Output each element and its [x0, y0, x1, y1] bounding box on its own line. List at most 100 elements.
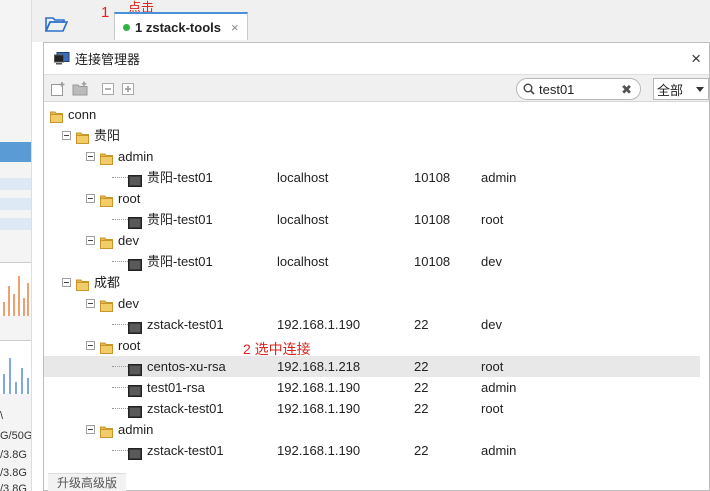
background-disk-label: /3.8G — [0, 483, 27, 491]
collapse-toggle-icon[interactable] — [86, 299, 95, 308]
background-row — [0, 198, 31, 210]
connection-port: 22 — [414, 380, 429, 395]
tree-connection-row[interactable]: zstack-test01 192.168.1.190 22 root — [44, 398, 700, 419]
search-box[interactable]: ✖ — [516, 78, 641, 100]
tree-folder-row[interactable]: 成都 — [44, 272, 700, 293]
tab-close-icon[interactable]: × — [231, 20, 239, 35]
tree-folder-row[interactable]: dev — [44, 293, 700, 314]
background-row — [0, 218, 31, 230]
collapse-toggle-icon[interactable] — [86, 425, 95, 434]
clear-search-icon[interactable]: ✖ — [621, 82, 632, 98]
folder-icon — [100, 423, 113, 438]
background-selected-row — [0, 142, 31, 162]
tree-folder-row[interactable]: dev — [44, 230, 700, 251]
connection-user: admin — [481, 170, 517, 185]
collapse-toggle-icon[interactable] — [86, 236, 95, 245]
collapse-toggle-icon[interactable] — [86, 194, 95, 203]
folder-icon — [100, 339, 113, 354]
connection-tree: conn 贵阳 admin 贵阳-test01 localhost 10108 admin r… — [44, 102, 710, 462]
folder-label: admin — [118, 149, 154, 164]
tree-folder-row[interactable]: 贵阳 — [44, 125, 700, 146]
expand-all-icon[interactable] — [120, 81, 136, 97]
background-disk-label: G/50G — [0, 430, 32, 442]
connection-name: test01-rsa — [147, 380, 205, 395]
dialog-close-icon[interactable]: × — [691, 49, 701, 69]
tree-guide-line — [112, 261, 128, 262]
search-input[interactable] — [539, 81, 619, 97]
tree-folder-row[interactable]: admin — [44, 146, 700, 167]
new-connection-icon[interactable] — [50, 81, 66, 97]
connection-port: 10108 — [414, 254, 451, 269]
terminal-icon — [128, 256, 142, 271]
tree-guide-line — [112, 366, 128, 367]
connection-name: zstack-test01 — [147, 317, 224, 332]
background-app-strip: \ G/50G /3.8G /3.8G /3.8G — [0, 0, 32, 491]
connection-port: 10108 — [414, 212, 451, 227]
tree-connection-row[interactable]: 贵阳-test01 localhost 10108 dev — [44, 251, 700, 272]
folder-label: dev — [118, 296, 139, 311]
filter-selected-value: 全部 — [657, 82, 684, 98]
folder-label: 贵阳 — [94, 128, 121, 143]
connection-port: 22 — [414, 443, 429, 458]
new-folder-icon[interactable] — [72, 81, 88, 97]
collapse-all-icon[interactable] — [100, 81, 116, 97]
folder-icon — [100, 150, 113, 165]
folder-label: dev — [118, 233, 139, 248]
connection-host: 192.168.1.190 — [277, 401, 361, 416]
folder-label: admin — [118, 422, 154, 437]
collapse-toggle-icon[interactable] — [86, 341, 95, 350]
connection-port: 22 — [414, 359, 429, 374]
background-chart — [0, 340, 31, 394]
chevron-down-icon — [696, 87, 704, 92]
connection-name: zstack-test01 — [147, 401, 224, 416]
dialog-title: 连接管理器 — [75, 52, 141, 67]
terminal-icon — [128, 319, 142, 334]
connection-user: admin — [481, 380, 517, 395]
collapse-toggle-icon[interactable] — [86, 152, 95, 161]
tree-connection-row[interactable]: 贵阳-test01 localhost 10108 root — [44, 209, 700, 230]
tree-guide-line — [112, 324, 128, 325]
tree-folder-row[interactable]: admin — [44, 419, 700, 440]
tree-folder-row[interactable]: root — [44, 335, 700, 356]
folder-icon — [100, 234, 113, 249]
terminal-icon — [128, 361, 142, 376]
connection-host: localhost — [277, 254, 329, 269]
terminal-icon — [128, 445, 142, 460]
connection-name: zstack-test01 — [147, 443, 224, 458]
tree-connection-row[interactable]: centos-xu-rsa 192.168.1.218 22 root — [44, 356, 700, 377]
tree-folder-row[interactable]: root — [44, 188, 700, 209]
tree-connection-row[interactable]: 贵阳-test01 localhost 10108 admin — [44, 167, 700, 188]
folder-label: 成都 — [94, 275, 121, 290]
connection-port: 10108 — [414, 170, 451, 185]
connected-status-dot — [123, 23, 130, 31]
open-folder-icon[interactable] — [44, 14, 68, 34]
filter-select[interactable]: 全部 — [653, 78, 709, 100]
connection-host: localhost — [277, 170, 329, 185]
dialog-toolbar: ✖ 全部 — [44, 74, 709, 102]
search-icon — [523, 83, 535, 95]
folder-label: conn — [68, 107, 97, 122]
terminal-icon — [128, 382, 142, 397]
tree-connection-row[interactable]: test01-rsa 192.168.1.190 22 admin — [44, 377, 700, 398]
connection-host: 192.168.1.190 — [277, 317, 361, 332]
connection-user: root — [481, 212, 504, 227]
tab-zstack-tools[interactable]: 1 zstack-tools × — [114, 12, 248, 40]
folder-icon — [50, 108, 63, 123]
upgrade-button[interactable]: 升级高级版 — [48, 473, 127, 491]
connection-user: dev — [481, 254, 502, 269]
tree-connection-row[interactable]: zstack-test01 192.168.1.190 22 dev — [44, 314, 700, 335]
tab-label: 1 zstack-tools — [135, 19, 221, 35]
collapse-toggle-icon[interactable] — [62, 278, 71, 287]
tree-connection-row[interactable]: zstack-test01 192.168.1.190 22 admin — [44, 440, 700, 461]
tree-guide-line — [112, 387, 128, 388]
monitor-icon — [54, 52, 70, 65]
background-disk-label: \ — [0, 410, 4, 422]
connection-host: 192.168.1.190 — [277, 380, 361, 395]
folder-label: root — [118, 338, 141, 353]
tree-folder-row[interactable]: conn — [44, 104, 700, 125]
connection-user: root — [481, 359, 504, 374]
background-row — [0, 178, 31, 190]
folder-label: root — [118, 191, 141, 206]
collapse-toggle-icon[interactable] — [62, 131, 71, 140]
dialog-titlebar: 连接管理器 × — [44, 43, 709, 74]
